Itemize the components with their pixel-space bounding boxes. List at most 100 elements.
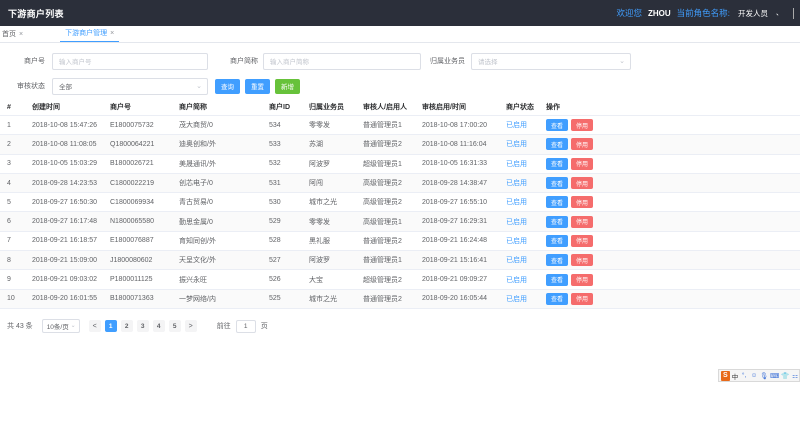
page-title: 下游商户列表 xyxy=(8,8,64,19)
goto-page-input[interactable]: 1 xyxy=(235,319,256,333)
cell-salesman: 黑礼服 xyxy=(309,237,330,245)
cell-salesman: 城市之光 xyxy=(309,199,337,207)
merchant-short-input[interactable]: 输入商户简称 xyxy=(263,52,421,70)
sogou-logo-icon[interactable]: S xyxy=(721,370,730,381)
welcome-text: 欢迎您 xyxy=(616,8,642,18)
divider xyxy=(793,7,794,19)
disable-button[interactable]: 停用 xyxy=(571,177,594,190)
table-row[interactable]: 3 2018-10-05 15:03:29 B1800026721 美晟通讯/外 532… xyxy=(0,155,800,174)
page-1[interactable]: 1 xyxy=(104,320,117,332)
microphone-icon[interactable]: 🎙 xyxy=(760,371,768,380)
chevron-down-icon[interactable]: 、 xyxy=(776,8,783,18)
disable-button[interactable]: 停用 xyxy=(571,157,594,170)
cell-auditor: 超级管理员1 xyxy=(363,160,402,168)
cell-merchant-short: 育知同创/外 xyxy=(179,237,216,245)
page-size-select[interactable]: 10条/页 ⌄ xyxy=(41,319,80,333)
page-2[interactable]: 2 xyxy=(120,320,133,332)
username[interactable]: ZHOU xyxy=(648,9,671,18)
cell-audit-time: 2018-09-27 16:29:31 xyxy=(422,218,487,226)
table-row[interactable]: 4 2018-09-28 14:23:53 C1800022219 创芯电子/0 531… xyxy=(0,173,800,194)
cell-merchant-short: 美晟通讯/外 xyxy=(179,160,216,168)
audit-status-label: 审核状态 xyxy=(17,83,45,90)
table-row[interactable]: 6 2018-09-27 16:17:48 N1800065580 勤思金属/0 529… xyxy=(0,212,800,232)
col-audit-time: 审核启用/时间 xyxy=(422,104,466,111)
cell-row-index: 8 xyxy=(7,256,11,264)
disable-button[interactable]: 停用 xyxy=(571,196,594,209)
col-merchant-no: 商户号 xyxy=(110,104,131,111)
cell-status: 已启用 xyxy=(506,295,527,303)
table-row[interactable]: 10 2018-09-20 16:01:55 B1800071363 一梦网络/内 52… xyxy=(0,289,800,309)
page-3[interactable]: 3 xyxy=(136,320,149,332)
view-button[interactable]: 查看 xyxy=(546,292,569,305)
cell-actions: 查看 停用 xyxy=(546,254,626,267)
table-row[interactable]: 2 2018-10-08 11:08:05 Q1800064221 迪奥创和/外 533… xyxy=(0,135,800,155)
cell-row-index: 6 xyxy=(7,218,11,226)
salesman-label: 归属业务员 xyxy=(430,58,465,65)
view-button[interactable]: 查看 xyxy=(546,234,569,247)
page-5[interactable]: 5 xyxy=(168,320,181,332)
cell-created-time: 2018-09-27 16:50:30 xyxy=(32,198,97,206)
cell-created-time: 2018-09-21 16:18:57 xyxy=(32,237,97,245)
cell-row-index: 2 xyxy=(7,140,11,148)
prev-page-button[interactable]: < xyxy=(88,320,101,332)
cell-merchant-id: 526 xyxy=(269,276,281,284)
disable-button[interactable]: 停用 xyxy=(571,254,594,267)
salesman-select[interactable]: 请选择 ⌄ xyxy=(471,52,631,70)
tab-home[interactable]: 首页 × xyxy=(0,27,28,42)
cell-merchant-short: 勤思金属/0 xyxy=(179,218,213,226)
close-icon[interactable]: × xyxy=(110,27,114,41)
emoji-icon[interactable]: ☺ xyxy=(750,371,758,380)
page-4[interactable]: 4 xyxy=(152,320,165,332)
chevron-down-icon: ⌄ xyxy=(70,323,76,329)
page-size-value: 10条/页 xyxy=(46,324,69,331)
keyboard-icon[interactable]: ⌨ xyxy=(770,371,779,380)
view-button[interactable]: 查看 xyxy=(546,254,569,267)
cell-audit-time: 2018-09-27 16:55:10 xyxy=(422,198,487,206)
disable-button[interactable]: 停用 xyxy=(571,273,594,286)
table-row[interactable]: 9 2018-09-21 09:03:02 P1800011125 振兴永旺 526 大宝… xyxy=(0,270,800,290)
skin-icon[interactable]: 👕 xyxy=(781,371,789,380)
table-row[interactable]: 1 2018-10-08 15:47:26 E1800075732 茂大商贸/0 534… xyxy=(0,116,800,136)
view-button[interactable]: 查看 xyxy=(546,119,569,132)
col-actions: 操作 xyxy=(546,104,560,111)
next-page-button[interactable]: > xyxy=(184,320,197,332)
disable-button[interactable]: 停用 xyxy=(571,292,594,305)
view-button[interactable]: 查看 xyxy=(546,138,569,151)
ime-mode[interactable]: 中 xyxy=(732,371,739,381)
col-merchant-short: 商户简称 xyxy=(179,104,207,111)
view-button[interactable]: 查看 xyxy=(546,196,569,209)
punctuation-icon[interactable]: °, xyxy=(740,371,748,380)
table-row[interactable]: 8 2018-09-21 15:09:00 J1800080602 天呈文化/外 527… xyxy=(0,251,800,271)
table-row[interactable]: 5 2018-09-27 16:50:30 C1800069934 青古贸易/0 530… xyxy=(0,193,800,213)
col-salesman: 归属业务员 xyxy=(309,104,344,111)
view-button[interactable]: 查看 xyxy=(546,157,569,170)
col-status: 商户状态 xyxy=(506,104,534,111)
role-name[interactable]: 开发人员 xyxy=(738,8,768,19)
col-auditor: 审核人/启用人 xyxy=(363,104,407,111)
cell-status: 已启用 xyxy=(506,257,527,265)
disable-button[interactable]: 停用 xyxy=(571,119,594,132)
merchant-no-input[interactable]: 输入商户号 xyxy=(52,52,208,70)
close-icon[interactable]: × xyxy=(19,28,23,42)
table-row[interactable]: 7 2018-09-21 16:18:57 E1800076887 育知同创/外 528… xyxy=(0,232,800,252)
add-button[interactable]: 新增 xyxy=(275,78,300,94)
disable-button[interactable]: 停用 xyxy=(571,215,594,228)
cell-actions: 查看 停用 xyxy=(546,177,626,190)
cell-auditor: 超级管理员2 xyxy=(363,276,402,284)
toolbox-icon[interactable]: ⚏ xyxy=(791,371,799,380)
cell-status: 已启用 xyxy=(506,199,527,207)
chevron-down-icon: ⌄ xyxy=(196,82,202,90)
reset-button[interactable]: 重置 xyxy=(245,78,270,94)
view-button[interactable]: 查看 xyxy=(546,177,569,190)
disable-button[interactable]: 停用 xyxy=(571,138,594,151)
pagination: 共 43 条 10条/页 ⌄ < 1 2 3 4 5 > 前往 1 页 xyxy=(0,318,800,334)
view-button[interactable]: 查看 xyxy=(546,273,569,286)
query-button[interactable]: 查询 xyxy=(215,78,240,94)
tab-merchant-management[interactable]: 下游商户管理 × xyxy=(60,27,120,42)
disable-button[interactable]: 停用 xyxy=(571,234,594,247)
cell-salesman: 阿波罗 xyxy=(309,257,330,265)
view-button[interactable]: 查看 xyxy=(546,215,569,228)
audit-status-select[interactable]: 全部 ⌄ xyxy=(52,77,208,95)
cell-auditor: 高级管理员2 xyxy=(363,199,402,207)
cell-merchant-id: 529 xyxy=(269,218,281,226)
